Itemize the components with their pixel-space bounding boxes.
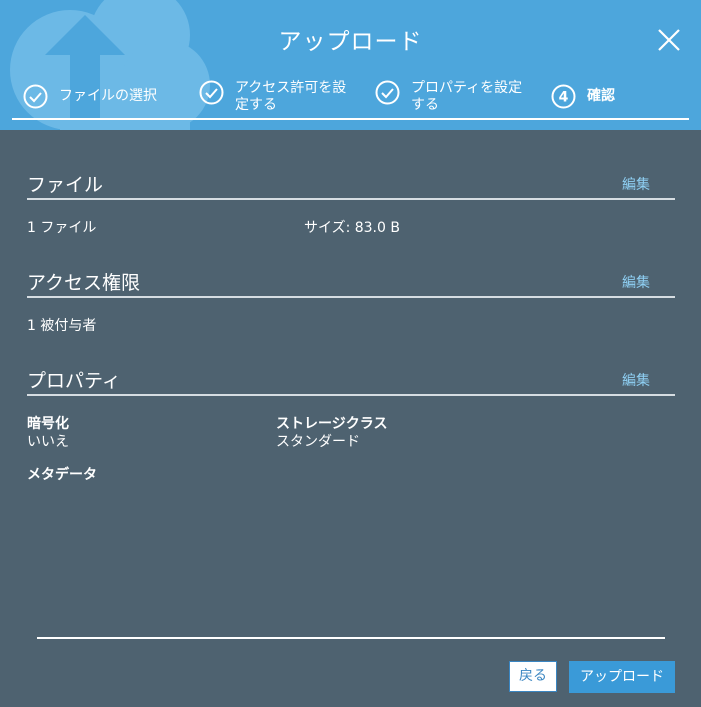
step-label-line: 定する <box>235 97 277 113</box>
step-number-circle-icon: 4 <box>551 84 576 109</box>
files-section-title: ファイル <box>27 174 104 196</box>
check-circle-icon <box>199 80 224 105</box>
encryption-value: いいえ <box>27 434 69 450</box>
progress-rule <box>12 118 689 120</box>
upload-dialog: アップロード ファイルの選択 アクセス許可を設 定する プロパティを設定 する … <box>0 0 701 707</box>
step-label: ファイルの選択 <box>59 88 157 104</box>
step-label: プロパティを設定 する <box>411 80 541 114</box>
permissions-section-title: アクセス権限 <box>27 272 141 294</box>
upload-button[interactable]: アップロード <box>569 661 675 693</box>
step-label-line: プロパティを設定 <box>411 80 523 96</box>
footer-divider <box>37 637 665 639</box>
step-label-line: アクセス許可を設 <box>235 80 347 96</box>
back-button[interactable]: 戻る <box>509 661 557 692</box>
metadata-label: メタデータ <box>27 467 97 483</box>
file-size: サイズ: 83.0 B <box>304 220 400 236</box>
edit-permissions-link[interactable]: 編集 <box>622 272 650 292</box>
dialog-title: アップロード <box>278 29 423 55</box>
edit-files-link[interactable]: 編集 <box>622 174 650 194</box>
cloud-upload-icon <box>10 0 210 130</box>
step-number: 4 <box>559 90 569 106</box>
file-count: 1 ファイル <box>27 220 97 236</box>
section-divider <box>27 296 675 298</box>
wizard-step-permissions[interactable]: アクセス許可を設 定する <box>199 80 365 114</box>
step-label-line: する <box>411 97 439 113</box>
close-icon[interactable] <box>656 27 682 53</box>
edit-properties-link[interactable]: 編集 <box>622 370 650 390</box>
section-divider <box>27 198 675 200</box>
wizard-step-properties[interactable]: プロパティを設定 する <box>375 80 541 114</box>
encryption-label: 暗号化 <box>27 416 69 432</box>
check-circle-icon <box>375 80 400 105</box>
step-label: アクセス許可を設 定する <box>235 80 365 114</box>
dialog-header: アップロード ファイルの選択 アクセス許可を設 定する プロパティを設定 する … <box>0 0 701 130</box>
properties-section-title: プロパティ <box>27 370 121 392</box>
storage-class-label: ストレージクラス <box>276 416 388 432</box>
grantee-count: 1 被付与者 <box>27 318 97 334</box>
wizard-step-review: 4 確認 <box>551 84 615 109</box>
step-label: 確認 <box>587 88 615 104</box>
check-circle-icon <box>23 84 48 109</box>
wizard-step-select-files[interactable]: ファイルの選択 <box>23 84 157 109</box>
section-divider <box>27 394 675 396</box>
storage-class-value: スタンダード <box>276 434 360 450</box>
